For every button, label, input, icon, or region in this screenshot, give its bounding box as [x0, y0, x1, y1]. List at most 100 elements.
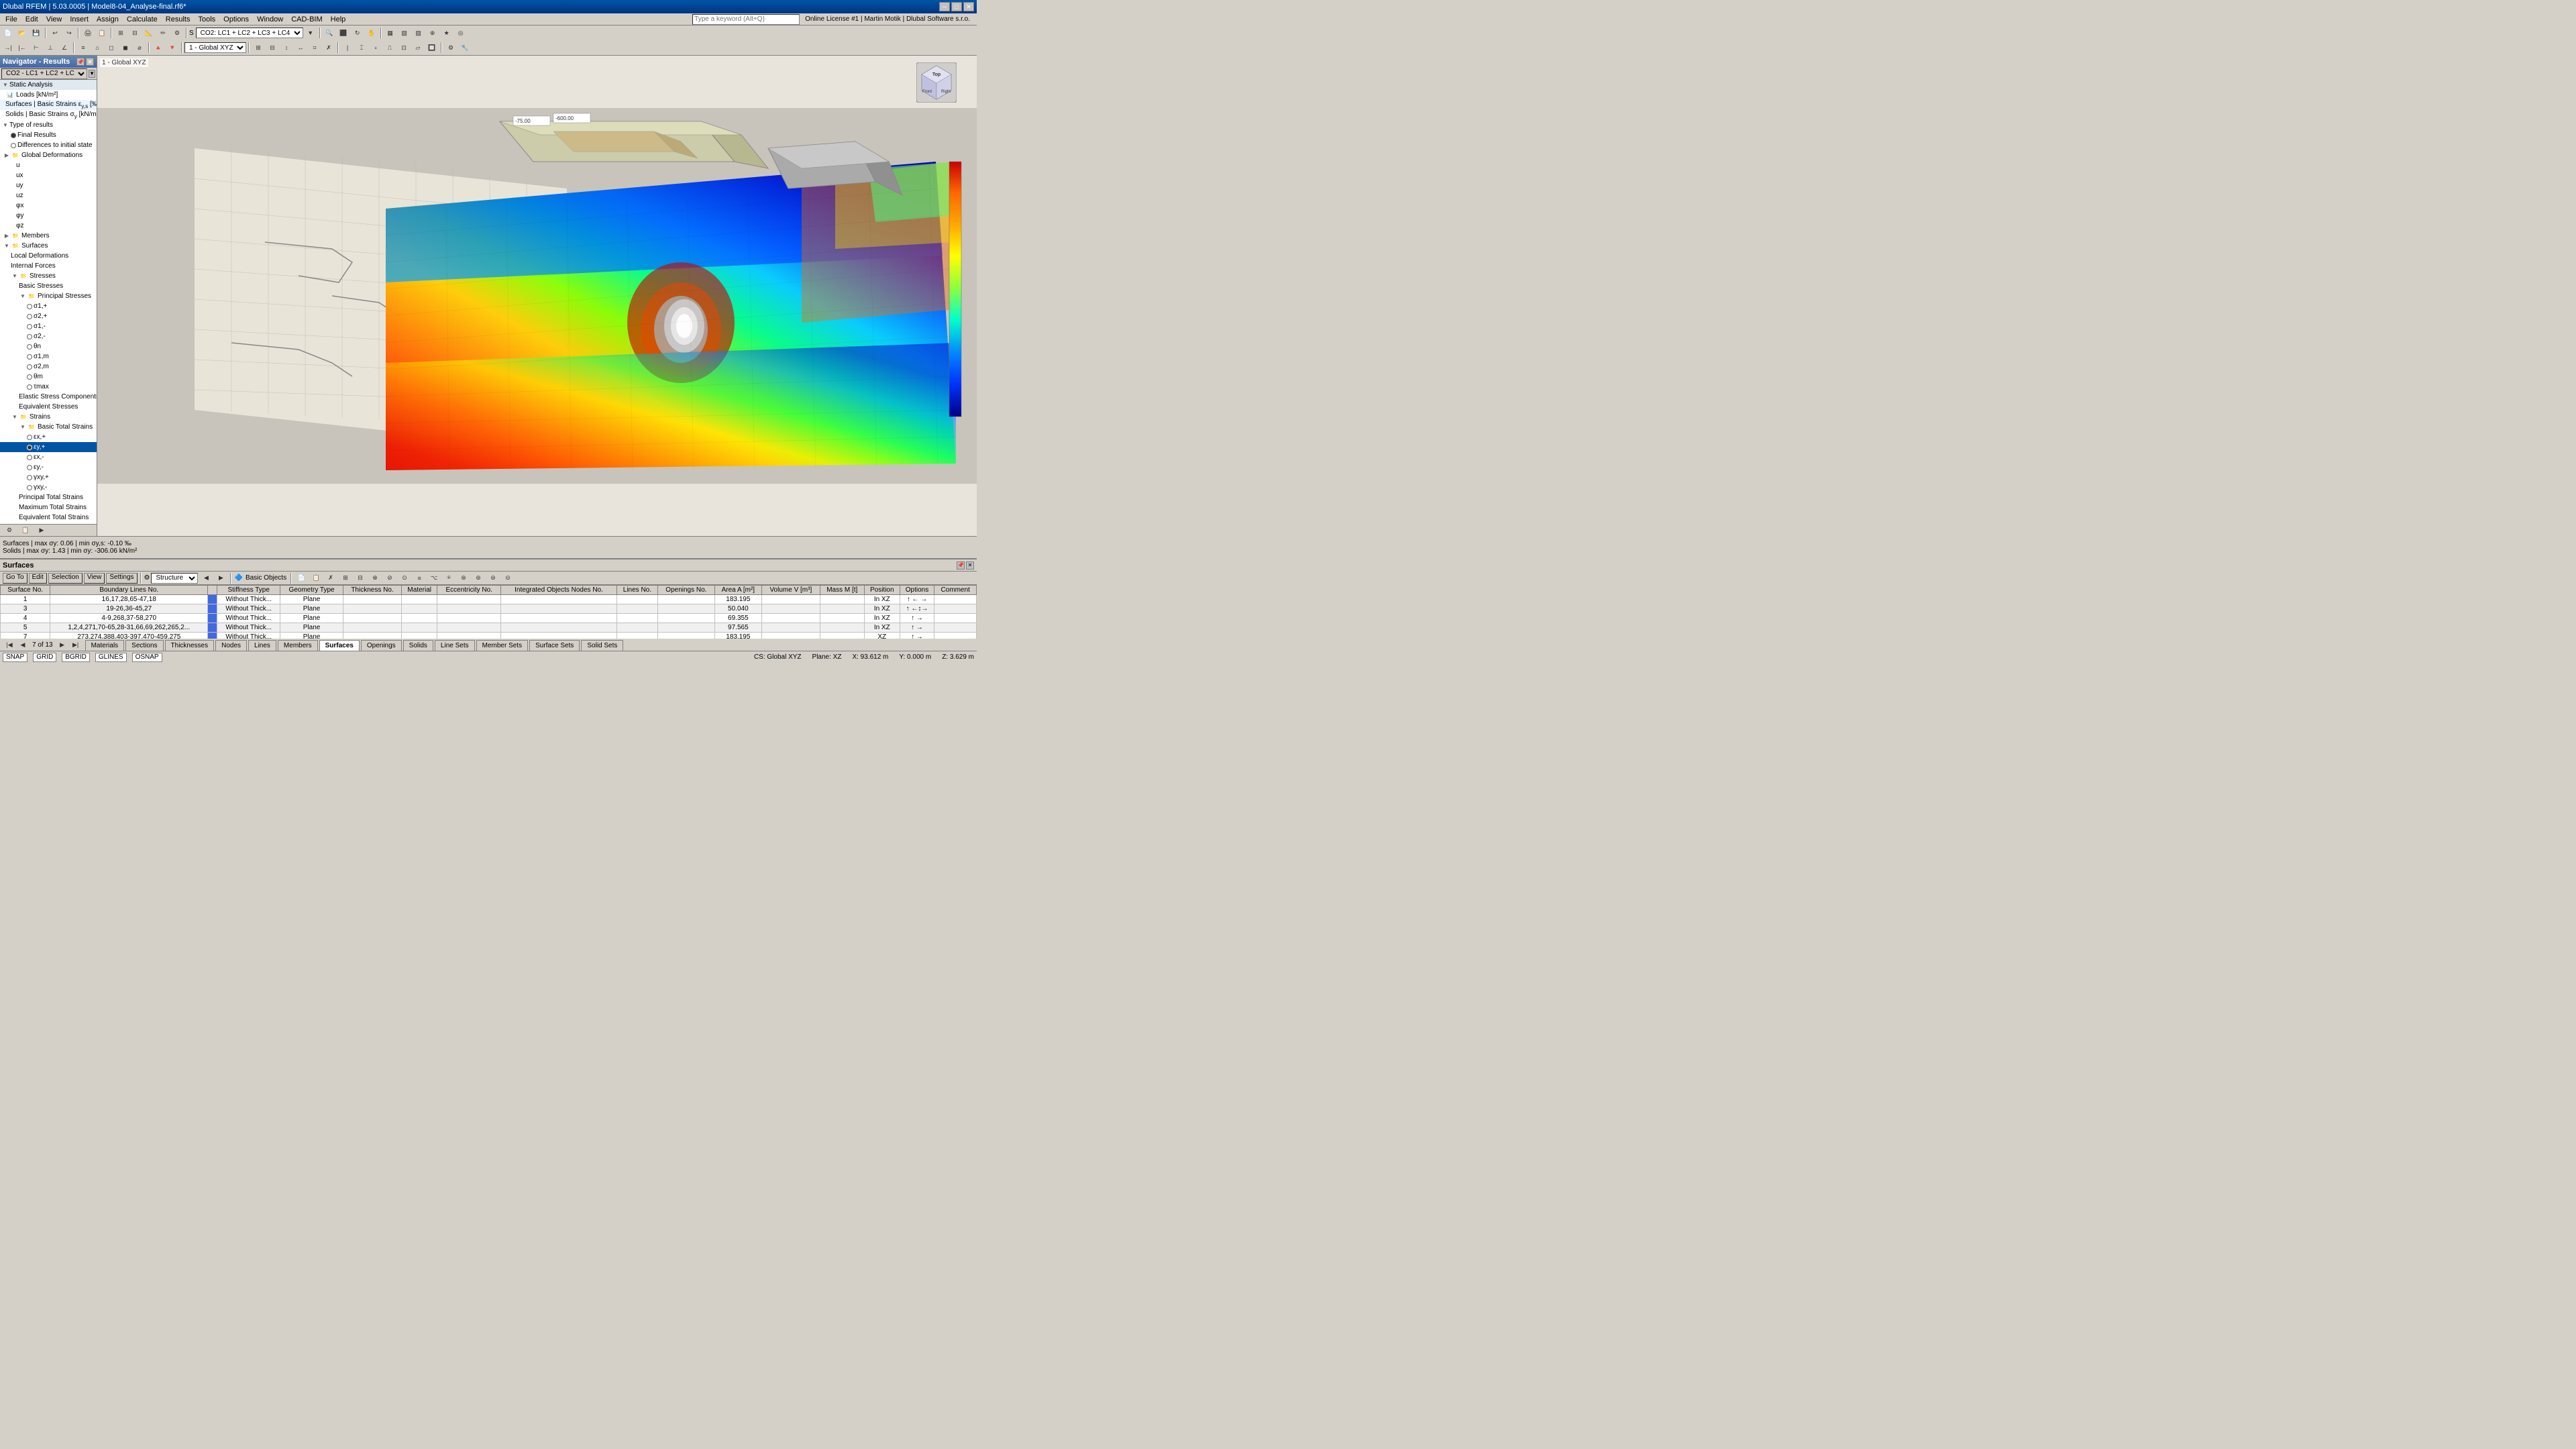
tab-solid-sets[interactable]: Solid Sets [581, 640, 623, 651]
uy-item[interactable]: uy [0, 180, 97, 191]
tb51[interactable]: 🔧 [458, 42, 472, 54]
menu-view[interactable]: View [42, 15, 66, 24]
tb29[interactable]: ⌀ [133, 42, 146, 54]
snap-status[interactable]: SNAP [3, 653, 28, 662]
table-btn6[interactable]: ⊕ [368, 572, 382, 584]
tb13[interactable]: ⊕ [426, 27, 439, 39]
tb37[interactable]: ↕ [280, 42, 293, 54]
type-of-results-item[interactable]: ▼ Type of results [0, 120, 97, 130]
tb3[interactable]: 📐 [142, 27, 156, 39]
table-btn10[interactable]: ⌥ [427, 572, 441, 584]
redo-btn[interactable]: ↪ [62, 27, 76, 39]
print2-btn[interactable]: 📋 [95, 27, 109, 39]
tab-members[interactable]: Members [278, 640, 318, 651]
tb4[interactable]: ✏ [156, 27, 170, 39]
phiy-item[interactable]: φy [0, 211, 97, 221]
tab-openings[interactable]: Openings [361, 640, 402, 651]
taumax-item[interactable]: τmax [0, 382, 97, 392]
s2p-radio[interactable] [27, 314, 32, 319]
menu-help[interactable]: Help [327, 15, 350, 24]
tb20[interactable]: →| [1, 42, 15, 54]
diff-initial-item[interactable]: Differences to initial state [0, 140, 97, 150]
equiv-stresses-item[interactable]: Equivalent Stresses [0, 402, 97, 412]
menu-results[interactable]: Results [162, 15, 195, 24]
loads-item[interactable]: 📊 Loads [kN/m²] [0, 90, 97, 100]
exm-radio[interactable] [27, 455, 32, 460]
print-btn[interactable]: 🖨 [81, 27, 95, 39]
undo-btn[interactable]: ↩ [48, 27, 62, 39]
sigma1p-item[interactable]: σ1,+ [0, 301, 97, 311]
tb11[interactable]: ▧ [398, 27, 411, 39]
nav-btn1[interactable]: ⚙ [3, 525, 16, 537]
nav-close-btn[interactable]: ✕ [86, 58, 94, 66]
menu-calculate[interactable]: Calculate [123, 15, 162, 24]
pan-btn[interactable]: ✋ [365, 27, 378, 39]
ex-m-item[interactable]: εx,- [0, 452, 97, 462]
menu-cad-bim[interactable]: CAD-BIM [287, 15, 326, 24]
ux-item[interactable]: ux [0, 170, 97, 180]
surfaces-tree-item[interactable]: ▼ 📁 Surfaces [0, 241, 97, 251]
goto-btn[interactable]: Go To [3, 573, 28, 584]
tb31[interactable]: 🔻 [166, 42, 179, 54]
tb5[interactable]: ⚙ [170, 27, 184, 39]
final-results-radio[interactable] [11, 133, 16, 138]
table-btn5[interactable]: ⊟ [354, 572, 367, 584]
static-analysis-item[interactable]: ▼ Static Analysis [0, 80, 97, 90]
tab-solids[interactable]: Solids [403, 640, 433, 651]
next-page-btn[interactable]: ▶ [56, 639, 69, 651]
menu-file[interactable]: File [1, 15, 21, 24]
phiz-item[interactable]: φz [0, 221, 97, 231]
tb35[interactable]: ⊞ [252, 42, 265, 54]
strains-tree-item[interactable]: ▼ 📁 Strains [0, 412, 97, 422]
tb23[interactable]: ⊥ [44, 42, 57, 54]
table-btn11[interactable]: ⍟ [442, 572, 455, 584]
maximize-button[interactable]: □ [951, 2, 962, 11]
tb30[interactable]: 🔺 [152, 42, 165, 54]
keyword-search-input[interactable] [692, 14, 800, 25]
close-button[interactable]: ✕ [963, 2, 974, 11]
gxym-radio[interactable] [27, 485, 32, 490]
last-page-btn[interactable]: ▶| [69, 639, 83, 651]
basic-total-strains-item[interactable]: ▼ 📁 Basic Total Strains [0, 422, 97, 432]
tb1[interactable]: ⊞ [114, 27, 127, 39]
tab-lines[interactable]: Lines [248, 640, 276, 651]
tb25[interactable]: ≡ [76, 42, 90, 54]
tb40[interactable]: ✗ [322, 42, 335, 54]
minimize-button[interactable]: ─ [939, 2, 950, 11]
nav-combo-select[interactable]: CO2 - LC1 + LC2 + LC3 + LC4 [1, 68, 87, 79]
tb24[interactable]: ∠ [58, 42, 71, 54]
zoom-btn[interactable]: 🔍 [323, 27, 336, 39]
gxyp-radio[interactable] [27, 475, 32, 480]
tn-radio[interactable] [27, 344, 32, 350]
diff-initial-radio[interactable] [11, 143, 16, 148]
tab-surfaces[interactable]: Surfaces [319, 640, 360, 651]
table-btn4[interactable]: ⊞ [339, 572, 352, 584]
ex-p-item[interactable]: εx,+ [0, 432, 97, 442]
local-def-item[interactable]: Local Deformations [0, 251, 97, 261]
table-btn15[interactable]: ⊝ [501, 572, 515, 584]
menu-tools[interactable]: Tools [194, 15, 219, 24]
phix-item[interactable]: φx [0, 201, 97, 211]
exp-radio[interactable] [27, 435, 32, 440]
tb21[interactable]: |← [15, 42, 29, 54]
table-btn13[interactable]: ⊚ [472, 572, 485, 584]
menu-insert[interactable]: Insert [66, 15, 93, 24]
table-btn7[interactable]: ⊘ [383, 572, 396, 584]
results-pin-btn[interactable]: 📌 [957, 561, 965, 570]
tab-materials[interactable]: Materials [85, 640, 125, 651]
tb50[interactable]: ⚙ [444, 42, 458, 54]
load-combination-select[interactable]: CO2: LC1 + LC2 + LC3 + LC4 [196, 28, 303, 38]
s1m-radio[interactable] [27, 324, 32, 329]
tb12[interactable]: ▨ [412, 27, 425, 39]
table-btn9[interactable]: ≡ [413, 572, 426, 584]
eyp-radio[interactable] [27, 445, 32, 450]
tm-radio[interactable] [27, 374, 32, 380]
menu-assign[interactable]: Assign [93, 15, 123, 24]
menu-options[interactable]: Options [219, 15, 253, 24]
structure-select[interactable]: Structure [151, 573, 198, 584]
new-btn[interactable]: 📄 [1, 27, 15, 39]
tb27[interactable]: ◻ [105, 42, 118, 54]
nav-btn2[interactable]: 📋 [19, 525, 32, 537]
elastic-stress-item[interactable]: Elastic Stress Components [0, 392, 97, 402]
tab-thicknesses[interactable]: Thicknesses [165, 640, 215, 651]
